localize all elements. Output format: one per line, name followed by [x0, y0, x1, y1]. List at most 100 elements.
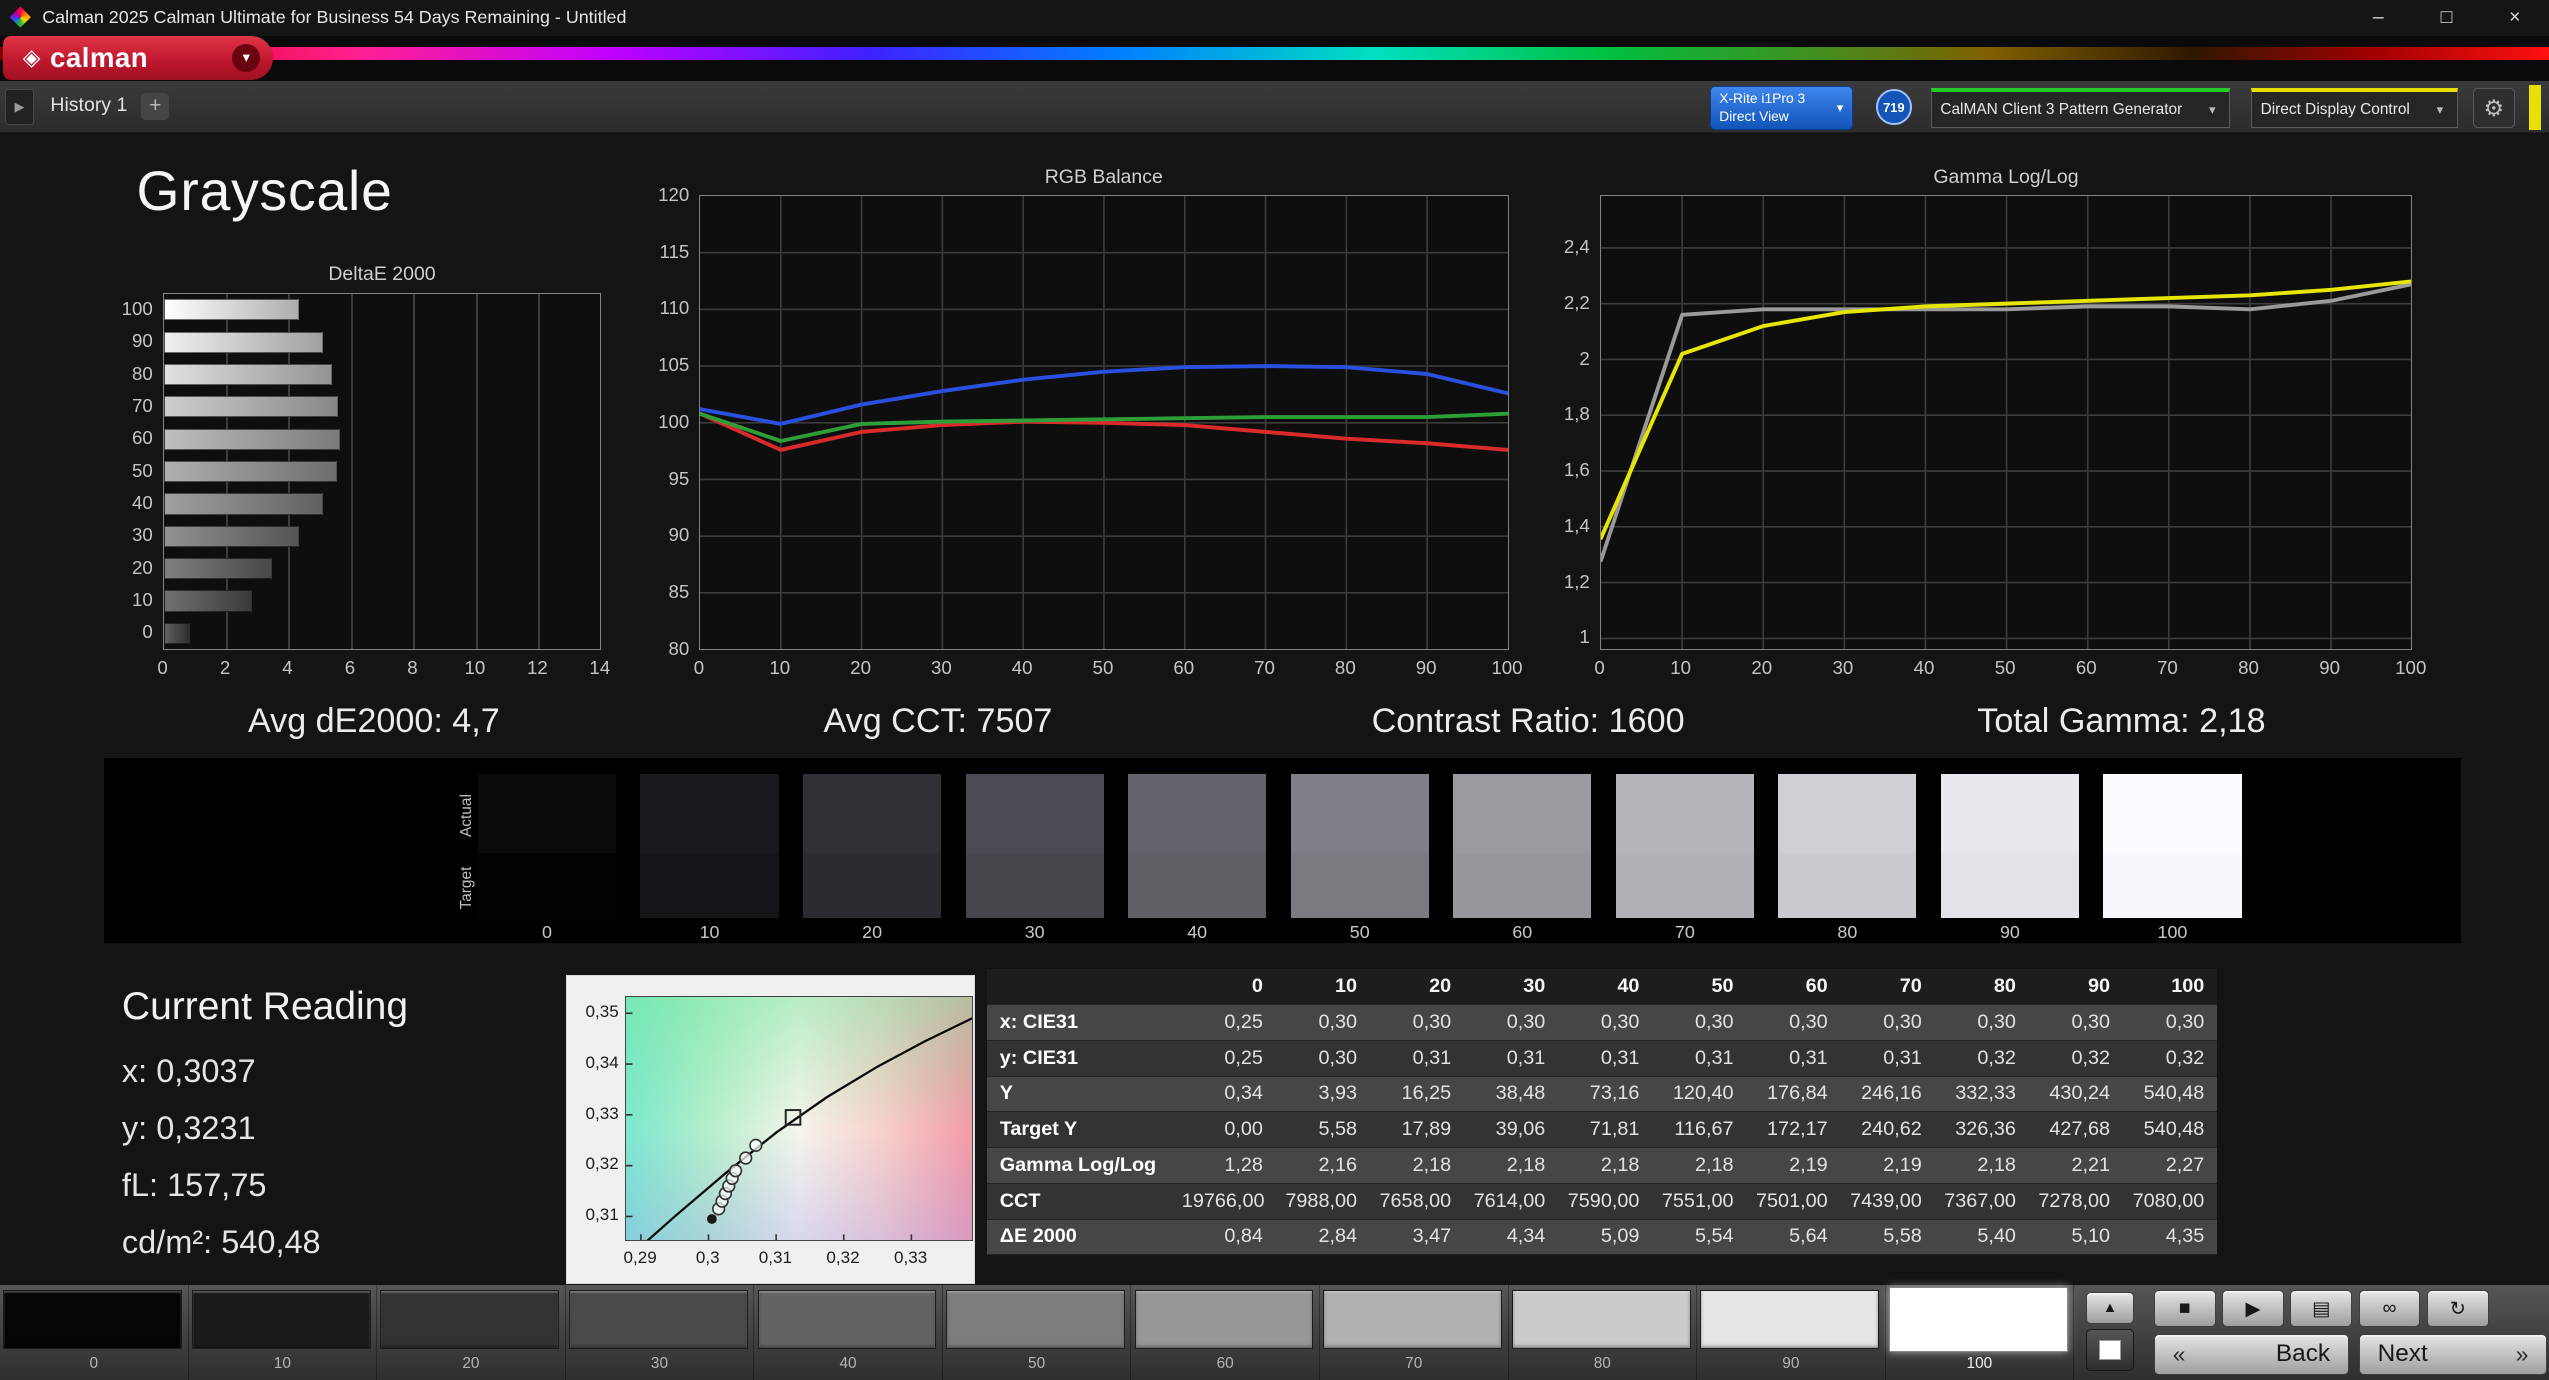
window-icon [2099, 1340, 2121, 1360]
axis-tick-label: 80 [2238, 656, 2259, 678]
axis-tick-label: 80 [1334, 656, 1356, 678]
reading-fl: fL: 157,75 [121, 1167, 267, 1204]
scroll-up-button[interactable]: ▲ [2085, 1291, 2135, 1325]
pattern-button-20[interactable] [380, 1290, 560, 1349]
meter-dropdown[interactable]: X-Rite i1Pro 3 Direct View ▾ [1710, 86, 1854, 131]
measurement-point [749, 1138, 763, 1152]
axis-tick-label: 1,6 [1563, 459, 1590, 481]
table-cell: 0,30 [1934, 1004, 2029, 1041]
cie-plot [625, 995, 974, 1242]
axis-tick-label: 70 [132, 394, 153, 416]
pattern-button-80[interactable] [1511, 1290, 1691, 1349]
swatch-level-label: 30 [1024, 921, 1045, 942]
window-controls: – □ × [2344, 0, 2549, 36]
chevron-down-icon: ▾ [1836, 100, 1844, 116]
axis-tick-label: 50 [132, 459, 153, 481]
next-button[interactable]: Next » [2358, 1333, 2548, 1375]
play-button[interactable]: ▶ [2222, 1290, 2284, 1328]
swatch-target-color [803, 853, 942, 919]
axis-tick-label: 30 [132, 524, 153, 546]
maximize-button[interactable]: □ [2412, 0, 2480, 36]
table-cell: 0,30 [2123, 1004, 2218, 1041]
pattern-button-70[interactable] [1323, 1290, 1502, 1349]
table-cell: 0,30 [1558, 1004, 1653, 1041]
table-cell: 4,34 [1464, 1219, 1559, 1256]
close-button[interactable]: × [2481, 0, 2549, 36]
pattern-source-label: CalMAN Client 3 Pattern Generator [1940, 100, 2183, 118]
swatch-actual-color [2103, 773, 2242, 854]
pattern-button-50[interactable] [946, 1290, 1125, 1349]
table-column-header: 10 [1275, 968, 1371, 1006]
display-control-dropdown[interactable]: Direct Display Control ▾ [2251, 87, 2458, 129]
pattern-label: 50 [1028, 1355, 1046, 1373]
calman-diamond-icon: ◈ [22, 44, 41, 71]
table-row: Target Y 0,00 5,58 17,89 39,06 71,81 116,67 172… [986, 1111, 2218, 1149]
settings-gear-button[interactable]: ⚙ [2472, 87, 2515, 129]
pattern-button-100[interactable] [1888, 1286, 2068, 1352]
table-cell: 3,47 [1370, 1219, 1465, 1256]
axis-tick-label: 0,3 [695, 1247, 720, 1267]
title-bar: Calman 2025 Calman Ultimate for Business… [0, 0, 2549, 36]
back-button[interactable]: « Back [2153, 1333, 2349, 1375]
axis-tick-label: 60 [2075, 656, 2097, 678]
add-tab-button[interactable]: + [141, 92, 170, 121]
table-cell: 0,30 [2028, 1004, 2124, 1041]
pattern-button-10[interactable] [191, 1290, 371, 1349]
table-cell: 3,93 [1275, 1076, 1371, 1113]
save-button[interactable]: ▤ [2290, 1290, 2353, 1328]
axis-tick-label: 10 [464, 656, 486, 678]
swatch-target-color [640, 853, 779, 919]
pattern-button-90[interactable] [1700, 1290, 1880, 1349]
tab-history-1[interactable]: History 1 [50, 94, 127, 117]
axis-tick-label: 0,32 [585, 1154, 619, 1174]
swatch-level-label: 10 [699, 921, 720, 942]
pattern-window-button[interactable] [2085, 1329, 2135, 1372]
table-column-header: 80 [1934, 968, 2029, 1006]
table-row: Gamma Log/Log 1,28 2,16 2,18 2,18 2,18 2,18 2,1… [986, 1147, 2218, 1184]
swatch-actual-color [1778, 773, 1917, 854]
swatch-target-color [1615, 853, 1754, 919]
current-point [707, 1213, 717, 1224]
row-label: Target Y [986, 1111, 1182, 1149]
row-label: Y [986, 1076, 1182, 1113]
row-label: ΔE 2000 [986, 1219, 1182, 1256]
pattern-button-60[interactable] [1134, 1290, 1314, 1349]
axis-tick-label: 2 [1579, 347, 1590, 369]
current-reading-panel: Current Reading x: 0,3037 y: 0,3231 fL: … [121, 985, 545, 1260]
stop-button[interactable]: ■ [2153, 1290, 2216, 1328]
bottom-bar: 0 10 20 30 40 50 60 70 80 90 100 ▲ ■ ▶ ▤ ∞ ↻ « Back Ne… [0, 1284, 2549, 1380]
table-cell: 0,32 [2123, 1040, 2218, 1077]
pattern-label: 90 [1782, 1355, 1800, 1373]
pattern-button-40[interactable] [757, 1290, 937, 1349]
meter-status-badge[interactable]: 719 [1875, 89, 1912, 126]
pattern-label: 70 [1405, 1355, 1423, 1373]
logo-menu-chevron-icon[interactable]: ▾ [232, 43, 261, 72]
swatch-actual-color [1615, 773, 1754, 854]
axis-tick-label: 0,31 [758, 1247, 792, 1267]
pattern-label: 100 [1966, 1355, 1993, 1373]
table-cell: 0,25 [1181, 1040, 1276, 1077]
history-nav-button[interactable]: ▶ [4, 89, 35, 126]
loop-button[interactable]: ∞ [2358, 1290, 2421, 1328]
pattern-slot: 10 [189, 1285, 378, 1380]
calman-logo[interactable]: ◈ calman ▾ [3, 35, 274, 80]
pattern-button-30[interactable] [568, 1290, 748, 1349]
current-reading-title: Current Reading [121, 985, 409, 1029]
axis-tick-label: 1,2 [1563, 570, 1590, 592]
refresh-button[interactable]: ↻ [2426, 1290, 2489, 1328]
axis-tick-label: 70 [2156, 656, 2178, 678]
axis-tick-label: 0,33 [585, 1103, 619, 1123]
axis-tick-label: 20 [850, 656, 871, 678]
deltae-gridline [475, 293, 478, 650]
cie-chart-panel: 0,35 0,34 0,33 0,32 0,31 0,29 0,3 0,31 0,32 0,33 [565, 975, 976, 1285]
axis-tick-label: 0 [1594, 656, 1605, 678]
minimize-button[interactable]: – [2344, 0, 2412, 36]
deltae-bar [163, 396, 338, 418]
next-chevron-icon: » [2515, 1340, 2529, 1367]
axis-tick-label: 10 [132, 589, 153, 611]
table-column-header: 40 [1558, 968, 1653, 1006]
pattern-button-0[interactable] [3, 1290, 183, 1349]
axis-tick-label: 0,34 [585, 1052, 619, 1072]
pattern-source-dropdown[interactable]: CalMAN Client 3 Pattern Generator ▾ [1931, 87, 2231, 129]
axis-tick-label: 80 [668, 637, 690, 659]
